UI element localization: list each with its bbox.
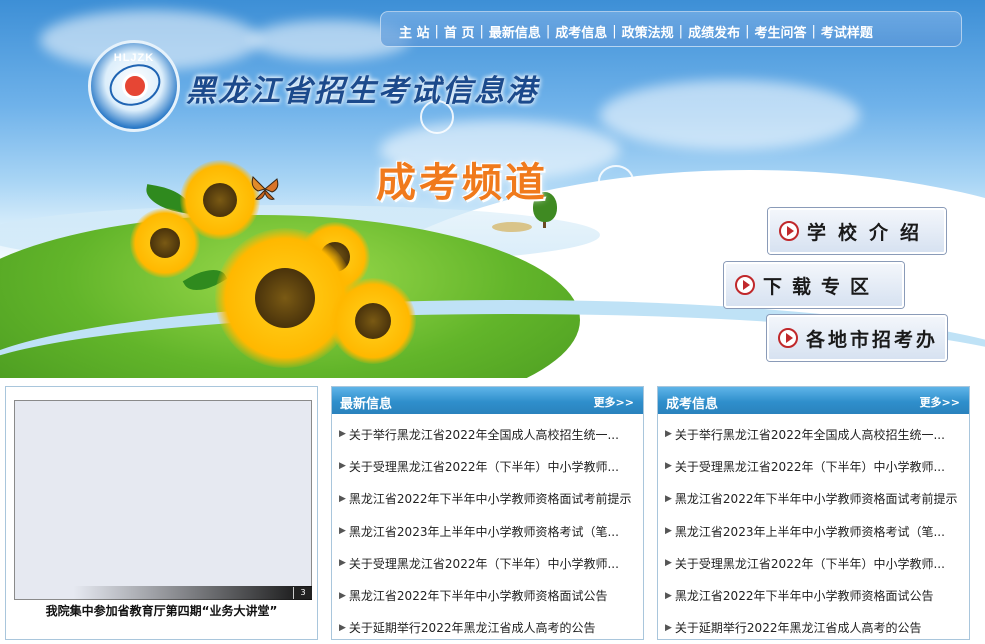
news-item-title[interactable]: 黑龙江省2022年下半年中小学教师资格面试公告 xyxy=(349,587,608,604)
sunflower-center xyxy=(150,228,180,258)
field-path xyxy=(492,222,532,232)
news-list: ▶ 关于举行黑龙江省2022年全国成人高校招生统一... ▶ 关于受理黑龙江省202… xyxy=(339,418,639,644)
arrow-icon: ▶ xyxy=(665,526,672,537)
more-link[interactable]: 更多>> xyxy=(594,394,634,410)
news-item[interactable]: ▶ 关于受理黑龙江省2022年（下半年）中小学教师... xyxy=(665,547,965,579)
panel-header: 成考信息 更多>> xyxy=(658,387,969,414)
news-item[interactable]: ▶ 关于举行黑龙江省2022年全国成人高校招生统一... xyxy=(665,418,965,450)
news-item-title[interactable]: 关于受理黑龙江省2022年（下半年）中小学教师... xyxy=(349,458,619,475)
news-item[interactable]: ▶ 关于延期举行2022年黑龙江省成人高考的公告 xyxy=(339,612,639,644)
news-item[interactable]: ▶ 黑龙江省2023年上半年中小学教师资格考试（笔... xyxy=(339,515,639,547)
nav-item-main-site[interactable]: 主 站 xyxy=(399,22,430,41)
nav-separator: | xyxy=(479,24,484,39)
news-item[interactable]: ▶ 关于受理黑龙江省2022年（下半年）中小学教师... xyxy=(339,547,639,579)
news-item[interactable]: ▶ 黑龙江省2022年下半年中小学教师资格面试考前提示 xyxy=(665,483,965,515)
news-item-title[interactable]: 关于举行黑龙江省2022年全国成人高校招生统一... xyxy=(349,426,619,443)
play-icon xyxy=(779,221,799,241)
logo-emblem xyxy=(122,73,148,99)
nav-item-faq[interactable]: 考生问答 xyxy=(754,22,806,41)
nav-item-sample-questions[interactable]: 考试样题 xyxy=(821,22,873,41)
news-item-title[interactable]: 关于受理黑龙江省2022年（下半年）中小学教师... xyxy=(675,458,945,475)
slideshow-image[interactable] xyxy=(14,400,312,600)
panel-title: 成考信息 xyxy=(666,397,719,412)
news-item-title[interactable]: 关于延期举行2022年黑龙江省成人高考的公告 xyxy=(675,619,922,636)
panel-title: 最新信息 xyxy=(340,397,393,412)
cloud xyxy=(600,80,860,150)
school-intro-label: 学校介绍 xyxy=(807,221,932,244)
nav-separator: | xyxy=(545,24,551,39)
heart-bubble xyxy=(598,165,634,197)
channel-title: 成考频道 xyxy=(376,160,548,206)
news-item[interactable]: ▶ 关于受理黑龙江省2022年（下半年）中小学教师... xyxy=(665,450,965,482)
nav-separator: | xyxy=(745,24,750,39)
arrow-icon: ▶ xyxy=(339,622,346,633)
play-icon xyxy=(735,275,755,295)
logo-text: HLJZK xyxy=(113,52,155,64)
news-item-title[interactable]: 黑龙江省2023年上半年中小学教师资格考试（笔... xyxy=(349,523,619,540)
news-item-title[interactable]: 关于受理黑龙江省2022年（下半年）中小学教师... xyxy=(349,555,619,572)
nav-item-policy[interactable]: 政策法规 xyxy=(622,22,674,41)
arrow-icon: ▶ xyxy=(665,590,672,601)
arrow-icon: ▶ xyxy=(339,558,346,569)
arrow-icon: ▶ xyxy=(665,461,672,472)
news-item[interactable]: ▶ 关于延期举行2022年黑龙江省成人高考的公告 xyxy=(665,612,965,644)
site-title: 黑龙江省招生考试信息港 xyxy=(186,74,538,109)
news-list: ▶ 关于举行黑龙江省2022年全国成人高校招生统一... ▶ 关于受理黑龙江省202… xyxy=(665,418,965,644)
news-item[interactable]: ▶ 关于举行黑龙江省2022年全国成人高校招生统一... xyxy=(339,418,639,450)
sunflower-center xyxy=(203,183,237,217)
latest-news-panel: 最新信息 更多>> ▶ 关于举行黑龙江省2022年全国成人高校招生统一... ▶ 关… xyxy=(331,386,644,640)
arrow-icon: ▶ xyxy=(339,590,346,601)
news-item[interactable]: ▶ 黑龙江省2022年下半年中小学教师资格面试公告 xyxy=(665,579,965,611)
news-item-title[interactable]: 黑龙江省2022年下半年中小学教师资格面试考前提示 xyxy=(349,490,632,507)
site-logo[interactable]: HLJZK xyxy=(88,40,180,132)
news-item[interactable]: ▶ 黑龙江省2023年上半年中小学教师资格考试（笔... xyxy=(665,515,965,547)
news-item[interactable]: ▶ 关于受理黑龙江省2022年（下半年）中小学教师... xyxy=(339,450,639,482)
more-link[interactable]: 更多>> xyxy=(920,394,960,410)
slideshow-bar xyxy=(14,586,312,600)
nav-item-scores[interactable]: 成绩发布 xyxy=(688,22,740,41)
nav-separator: | xyxy=(434,24,439,39)
arrow-icon: ▶ xyxy=(665,429,672,440)
news-item-title[interactable]: 黑龙江省2022年下半年中小学教师资格面试考前提示 xyxy=(675,490,958,507)
butterfly-icon xyxy=(251,176,279,200)
nav-separator: | xyxy=(811,24,816,39)
nav-item-home[interactable]: 首 页 xyxy=(444,22,475,41)
nav-item-latest[interactable]: 最新信息 xyxy=(489,22,541,41)
slideshow-page-button[interactable]: 3 xyxy=(293,587,312,599)
news-item-title[interactable]: 黑龙江省2023年上半年中小学教师资格考试（笔... xyxy=(675,523,945,540)
arrow-icon: ▶ xyxy=(339,429,346,440)
city-exam-office-button[interactable]: 各地市招考办 xyxy=(767,315,947,361)
sunflower-center xyxy=(355,303,391,339)
nav-separator: | xyxy=(612,24,617,39)
arrow-icon: ▶ xyxy=(339,526,346,537)
nav-item-adult-exam[interactable]: 成考信息 xyxy=(555,22,607,41)
top-nav: 主 站 | 首 页 | 最新信息 | 成考信息 | 政策法规 | 成绩发布 | … xyxy=(380,11,962,47)
slideshow-caption[interactable]: 我院集中参加省教育厅第四期“业务大讲堂” xyxy=(6,602,317,619)
news-item-title[interactable]: 黑龙江省2022年下半年中小学教师资格面试公告 xyxy=(675,587,934,604)
news-item-title[interactable]: 关于延期举行2022年黑龙江省成人高考的公告 xyxy=(349,619,596,636)
download-zone-label: 下载专区 xyxy=(763,275,880,298)
city-exam-office-label: 各地市招考办 xyxy=(806,328,939,351)
arrow-icon: ▶ xyxy=(665,622,672,633)
play-icon xyxy=(778,328,798,348)
news-item[interactable]: ▶ 黑龙江省2022年下半年中小学教师资格面试考前提示 xyxy=(339,483,639,515)
school-intro-button[interactable]: 学校介绍 xyxy=(768,208,946,254)
arrow-icon: ▶ xyxy=(339,493,346,504)
sunflower-center xyxy=(255,268,315,328)
adult-exam-news-panel: 成考信息 更多>> ▶ 关于举行黑龙江省2022年全国成人高校招生统一... ▶ 关… xyxy=(657,386,970,640)
news-item-title[interactable]: 关于举行黑龙江省2022年全国成人高校招生统一... xyxy=(675,426,945,443)
arrow-icon: ▶ xyxy=(665,493,672,504)
banner: HLJZK 黑龙江省招生考试信息港 成考频道 主 站 | 首 页 | 最新信息 … xyxy=(0,0,985,378)
news-item-title[interactable]: 关于受理黑龙江省2022年（下半年）中小学教师... xyxy=(675,555,945,572)
arrow-icon: ▶ xyxy=(665,558,672,569)
download-zone-button[interactable]: 下载专区 xyxy=(724,262,904,308)
photo-panel: 3 我院集中参加省教育厅第四期“业务大讲堂” xyxy=(5,386,318,640)
nav-list: 主 站 | 首 页 | 最新信息 | 成考信息 | 政策法规 | 成绩发布 | … xyxy=(399,22,873,41)
panel-header: 最新信息 更多>> xyxy=(332,387,643,414)
arrow-icon: ▶ xyxy=(339,461,346,472)
nav-separator: | xyxy=(678,24,684,39)
news-item[interactable]: ▶ 黑龙江省2022年下半年中小学教师资格面试公告 xyxy=(339,579,639,611)
